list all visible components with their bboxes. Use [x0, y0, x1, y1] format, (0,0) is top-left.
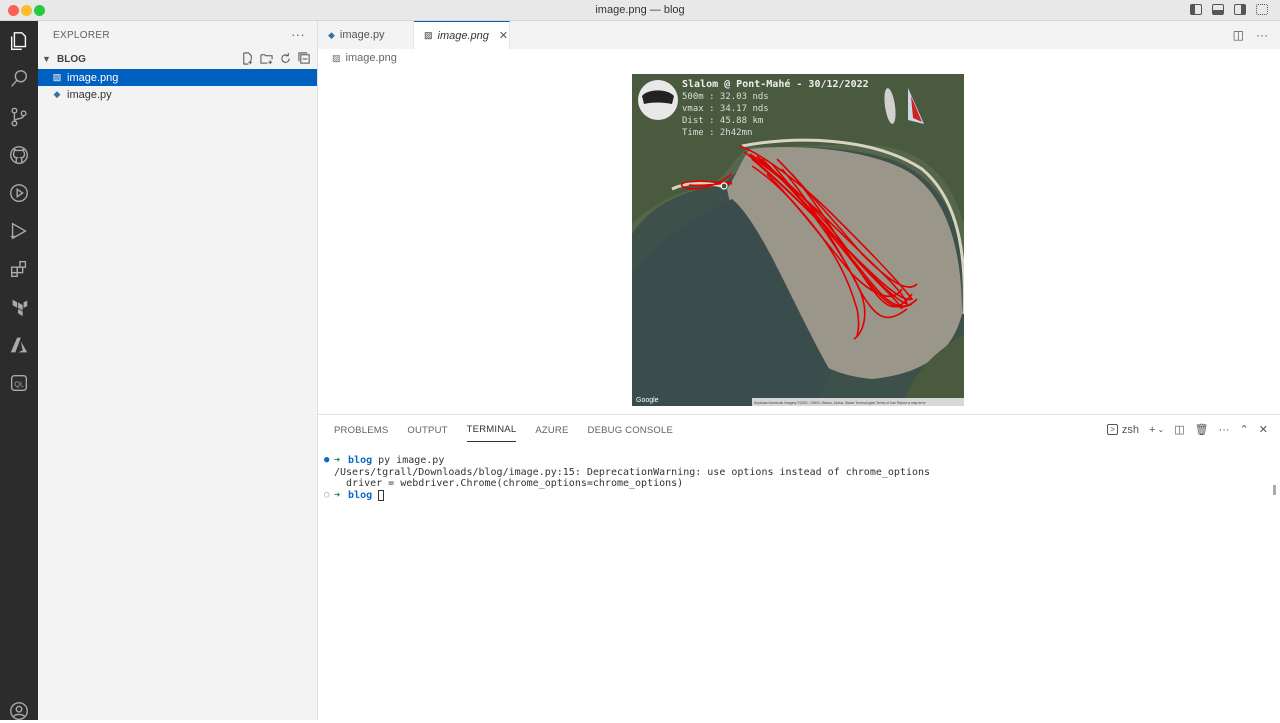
maximize-panel-icon[interactable]: ⌃ — [1240, 423, 1249, 436]
tab-label: image.py — [339, 29, 385, 41]
split-editor-icon[interactable]: ◫ — [1233, 28, 1244, 42]
shell-name[interactable]: zsh — [1122, 424, 1139, 436]
terminal-cursor — [378, 489, 385, 501]
terminal-warning: /Users/tgrall/Downloads/blog/image.py:15… — [334, 466, 931, 478]
python-file-icon: ◆ — [53, 89, 61, 99]
stat-500m: 500m : 32.03 nds — [682, 92, 769, 102]
explorer-icon[interactable] — [7, 29, 31, 53]
terraform-icon[interactable] — [7, 295, 31, 319]
split-terminal-icon[interactable]: ◫ — [1174, 423, 1184, 436]
breadcrumb: ▨ image.png — [318, 49, 1280, 67]
account-icon[interactable] — [7, 699, 31, 723]
terminal-line: /Users/tgrall/Downloads/blog/image.py:15… — [324, 467, 1270, 479]
file-image-py[interactable]: ◆ image.py — [38, 86, 317, 103]
tab-problems[interactable]: PROBLEMS — [334, 419, 388, 442]
breadcrumb-item[interactable]: image.png — [346, 52, 397, 64]
stat-vmax: vmax : 34.17 nds — [682, 104, 769, 114]
terminal-output[interactable]: ● ➜ blog py image.py /Users/tgrall/Downl… — [324, 455, 1270, 501]
azure-icon[interactable] — [7, 333, 31, 357]
map-title: Slalom @ Pont-Mahé - 30/12/2022 — [682, 78, 869, 90]
terminal-shell-icon: > — [1107, 424, 1118, 435]
prompt-dir: blog — [348, 455, 373, 466]
stat-time: Time : 2h42mn — [682, 128, 752, 138]
title-bar: image.png — blog — [0, 0, 1280, 21]
tab-azure[interactable]: AZURE — [535, 419, 568, 442]
trash-icon[interactable]: 🗑 — [1195, 423, 1209, 436]
chevron-down-icon: ▼ — [42, 54, 51, 64]
explorer-header: EXPLORER ··· — [38, 21, 317, 49]
bottom-panel: PROBLEMS OUTPUT TERMINAL AZURE DEBUG CON… — [318, 414, 1280, 720]
github-icon[interactable] — [7, 143, 31, 167]
stat-dist: Dist : 45.88 km — [682, 116, 763, 126]
toggle-panel-icon[interactable] — [1212, 4, 1224, 15]
command-decoration-icon[interactable]: ○ — [324, 490, 334, 502]
window-title: image.png — blog — [595, 4, 685, 16]
terminal-line: driver = webdriver.Chrome(chrome_options… — [324, 478, 1270, 490]
image-file-icon: ▨ — [332, 52, 341, 63]
terminal-line: ● ➜ blog py image.py — [324, 455, 1270, 467]
prompt-arrow: ➜ — [334, 489, 341, 501]
image-preview: Slalom @ Pont-Mahé - 30/12/2022 500m : 3… — [632, 74, 964, 406]
editor-tabs: ◆ image.py ▨ image.png ✕ ◫ ··· — [318, 21, 1280, 49]
image-file-icon: ▨ — [424, 30, 433, 40]
new-file-icon[interactable] — [241, 52, 254, 65]
google-watermark: Google — [636, 397, 659, 404]
customize-layout-icon[interactable] — [1256, 4, 1268, 15]
folder-blog[interactable]: ▼ BLOG — [38, 49, 317, 69]
new-folder-icon[interactable] — [260, 52, 273, 65]
toggle-sidebar-icon[interactable] — [1190, 4, 1202, 15]
more-actions-icon[interactable]: ··· — [1219, 424, 1230, 436]
file-image-png[interactable]: ▨ image.png — [38, 69, 317, 86]
satellite-map: Slalom @ Pont-Mahé - 30/12/2022 500m : 3… — [632, 74, 964, 406]
prompt-arrow: ➜ — [334, 455, 341, 466]
prompt-dir: blog — [348, 489, 373, 501]
layout-controls — [1190, 4, 1268, 15]
tab-output[interactable]: OUTPUT — [407, 419, 447, 442]
terminal-output-line: driver = webdriver.Chrome(chrome_options… — [334, 478, 684, 489]
activity-bar: QL — [0, 21, 38, 720]
search-icon[interactable] — [7, 67, 31, 91]
terminal-scrollbar[interactable] — [1273, 485, 1276, 495]
collapse-all-icon[interactable] — [298, 52, 311, 65]
image-file-icon: ▨ — [52, 72, 62, 82]
map-attribution: Keyboard shortcuts Imagery ©2023 , CNES … — [754, 401, 926, 405]
file-name: image.png — [67, 71, 119, 84]
explorer-title: EXPLORER — [53, 29, 110, 41]
svg-text:QL: QL — [14, 380, 24, 389]
tab-image-png[interactable]: ▨ image.png ✕ — [414, 21, 510, 49]
terminal-line: ○ ➜ blog — [324, 489, 1270, 502]
tab-image-py[interactable]: ◆ image.py — [318, 21, 414, 49]
file-name: image.py — [67, 88, 112, 101]
close-tab-icon[interactable]: ✕ — [499, 29, 508, 42]
python-file-icon: ◆ — [328, 29, 335, 40]
explorer-sidebar: EXPLORER ··· ▼ BLOG ▨ image.png ◆ image.… — [38, 21, 318, 720]
new-terminal-icon[interactable]: + — [1149, 424, 1155, 436]
editor-area: ◆ image.py ▨ image.png ✕ ◫ ··· ▨ image.p… — [318, 21, 1280, 414]
run-debug-icon[interactable] — [7, 181, 31, 205]
panel-tabs: PROBLEMS OUTPUT TERMINAL AZURE DEBUG CON… — [318, 415, 1280, 445]
tab-debug-console[interactable]: DEBUG CONSOLE — [588, 419, 673, 442]
source-control-icon[interactable] — [7, 105, 31, 129]
testing-icon[interactable] — [7, 219, 31, 243]
close-panel-icon[interactable]: ✕ — [1259, 423, 1268, 436]
more-actions-icon[interactable]: ··· — [291, 27, 305, 42]
chevron-down-icon[interactable]: ⌄ — [1157, 425, 1164, 434]
ql-icon[interactable]: QL — [7, 371, 31, 395]
folder-name: BLOG — [57, 53, 86, 65]
more-actions-icon[interactable]: ··· — [1256, 28, 1268, 42]
tab-label: image.png — [437, 29, 489, 42]
refresh-icon[interactable] — [279, 52, 292, 65]
command-decoration-icon[interactable]: ● — [324, 455, 334, 467]
toggle-secondary-sidebar-icon[interactable] — [1234, 4, 1246, 15]
extensions-icon[interactable] — [7, 257, 31, 281]
tab-terminal[interactable]: TERMINAL — [466, 418, 517, 442]
terminal-command: py image.py — [378, 455, 445, 466]
